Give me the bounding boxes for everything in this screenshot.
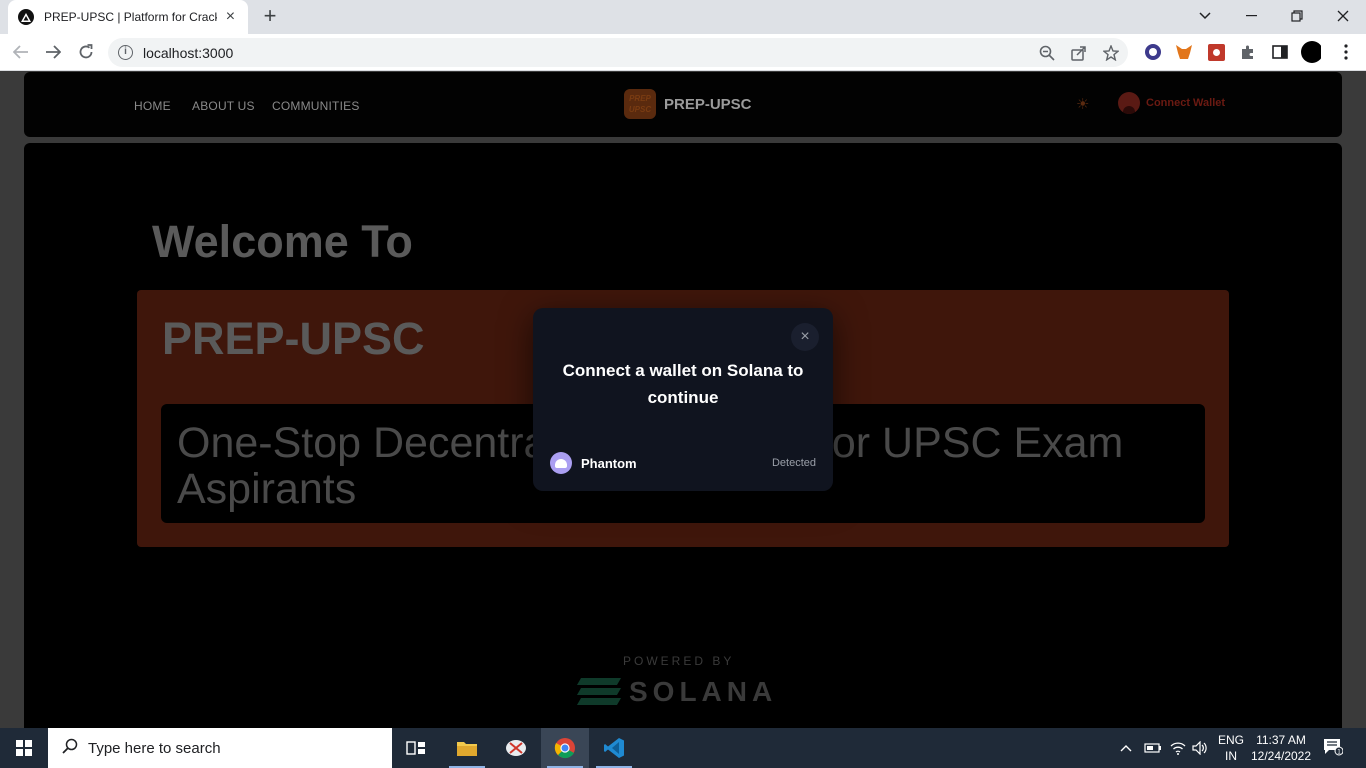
taskbar-search-box[interactable]: Type here to search [48, 728, 392, 768]
brand-logo-icon[interactable]: PREP UPSC [624, 89, 656, 119]
snipping-tool-icon[interactable] [492, 728, 540, 768]
browser-tab[interactable]: PREP-UPSC | Platform for Cracking UPSC × [8, 0, 248, 34]
clock-date: 12/24/2022 [1250, 749, 1312, 763]
hero-title: PREP-UPSC [162, 313, 425, 364]
wifi-icon[interactable] [1170, 728, 1186, 768]
language-indicator[interactable]: ENG IN [1216, 732, 1246, 764]
connect-wallet-button[interactable]: Connect Wallet [1118, 92, 1225, 114]
search-icon [62, 738, 78, 759]
site-info-icon[interactable]: i [118, 45, 133, 60]
battery-icon[interactable] [1144, 728, 1162, 768]
tab-search-chevron-icon[interactable] [1182, 0, 1228, 32]
browser-toolbar: i localhost:3000 [0, 34, 1366, 71]
volume-icon[interactable] [1192, 728, 1208, 768]
site-navbar: HOME ABOUT US COMMUNITIES PREP UPSC PREP… [24, 72, 1342, 137]
browser-tabstrip: PREP-UPSC | Platform for Cracking UPSC ×… [0, 0, 1366, 34]
window-close-icon[interactable] [1320, 0, 1366, 32]
extension-metamask-fox-icon[interactable] [1174, 42, 1194, 62]
wallet-name: Phantom [581, 455, 637, 471]
extension-red-icon[interactable] [1206, 42, 1226, 62]
wallet-connect-modal: × Connect a wallet on Solana to continue… [533, 308, 833, 491]
task-view-icon[interactable] [392, 728, 440, 768]
bookmark-star-icon[interactable] [1102, 44, 1120, 62]
tray-chevron-icon[interactable] [1120, 728, 1132, 768]
page-viewport: HOME ABOUT US COMMUNITIES PREP UPSC PREP… [0, 71, 1366, 728]
modal-title: Connect a wallet on Solana to continue [562, 361, 804, 407]
new-tab-button[interactable]: + [258, 5, 282, 29]
chrome-icon[interactable] [541, 728, 589, 768]
notification-center-icon[interactable]: 1 [1322, 738, 1344, 758]
share-icon[interactable] [1070, 44, 1088, 62]
wallet-option-phantom[interactable]: Phantom Detected [533, 448, 833, 478]
address-bar[interactable]: i localhost:3000 [108, 38, 1128, 67]
nav-communities-link[interactable]: COMMUNITIES [272, 99, 360, 113]
restore-icon[interactable] [1274, 0, 1320, 32]
nav-home-link[interactable]: HOME [134, 99, 171, 113]
solana-wordmark: SOLANA [629, 676, 778, 707]
user-avatar-icon [1118, 92, 1140, 114]
zoom-icon[interactable] [1038, 44, 1056, 62]
taskbar-clock[interactable]: 11:37 AM 12/24/2022 [1246, 732, 1316, 764]
file-explorer-icon[interactable] [443, 728, 491, 768]
wallet-status: Detected [771, 457, 816, 469]
phantom-icon [550, 452, 572, 474]
side-panel-icon[interactable] [1270, 42, 1290, 62]
vscode-icon[interactable] [590, 728, 638, 768]
windows-logo-icon [16, 740, 32, 756]
notification-count: 1 [1337, 749, 1341, 756]
welcome-heading: Welcome To [152, 216, 413, 267]
start-button[interactable] [0, 728, 48, 768]
address-url[interactable]: localhost:3000 [143, 45, 233, 61]
theme-toggle-sun-icon[interactable]: ☀ [1076, 95, 1089, 113]
extensions-puzzle-icon[interactable] [1238, 42, 1258, 62]
language-code: ENG [1217, 733, 1244, 747]
site-favicon-icon [18, 9, 34, 25]
solana-mark-icon [576, 677, 622, 707]
nav-about-link[interactable]: ABOUT US [192, 99, 255, 113]
tab-close-icon[interactable]: × [223, 9, 238, 25]
language-region: IN [1225, 749, 1237, 763]
tab-title: PREP-UPSC | Platform for Cracking UPSC [44, 10, 217, 24]
profile-avatar-icon[interactable] [1301, 41, 1321, 63]
connect-wallet-label: Connect Wallet [1146, 97, 1226, 109]
modal-close-button[interactable]: × [791, 323, 819, 351]
brand-name[interactable]: PREP-UPSC [664, 96, 752, 113]
browser-menu-kebab-icon[interactable] [1336, 42, 1356, 62]
solana-logo: SOLANA [576, 676, 778, 708]
forward-arrow-icon[interactable] [41, 40, 65, 64]
minimize-icon[interactable] [1228, 0, 1274, 32]
windows-taskbar: Type here to search ENG IN 11:37 AM 12/2… [0, 728, 1366, 768]
extension-phantom-icon[interactable] [1143, 42, 1163, 62]
reload-icon[interactable] [74, 40, 98, 64]
back-arrow-icon[interactable] [9, 40, 33, 64]
powered-by-label: POWERED BY [623, 654, 735, 668]
clock-time: 11:37 AM [1256, 733, 1306, 747]
taskbar-search-placeholder: Type here to search [88, 739, 221, 757]
